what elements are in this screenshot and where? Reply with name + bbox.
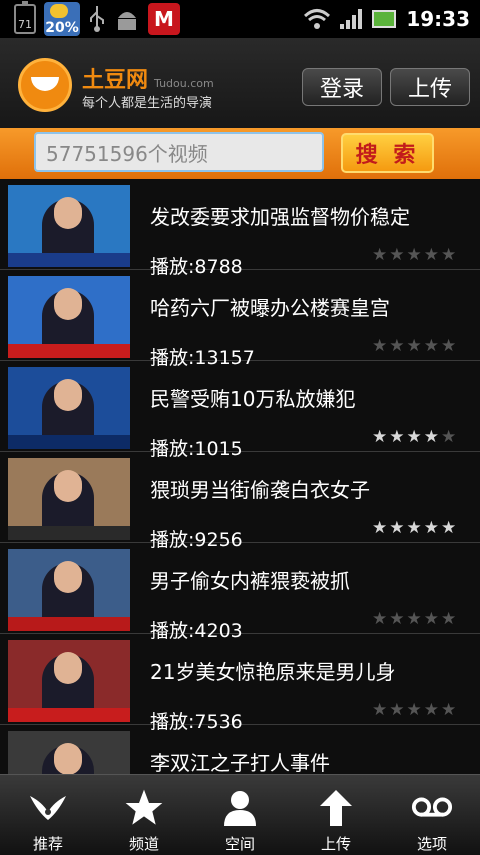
- star-icon: ★: [441, 245, 457, 265]
- slogan: 每个人都是生活的导演: [82, 96, 213, 111]
- mcafee-icon: M: [148, 3, 180, 35]
- android-debug-icon: [114, 6, 140, 32]
- rating-stars: ★ ★ ★ ★ ★: [372, 702, 456, 719]
- news-anchor-thumbnail[interactable]: [8, 367, 130, 449]
- star-icon: ★: [406, 609, 422, 629]
- nav-label-upload: 上传: [320, 835, 351, 853]
- star-icon: ★: [406, 518, 422, 538]
- news-screen-thumbnail[interactable]: [8, 276, 130, 358]
- signal-icon: [340, 9, 363, 29]
- star-icon: ★: [389, 427, 405, 447]
- wifi-icon: [304, 8, 331, 30]
- search-bar: 搜 索: [0, 128, 480, 179]
- star-icon: ★: [372, 427, 388, 447]
- video-title: 李双江之子打人事件: [150, 751, 330, 774]
- news-anchor-thumbnail[interactable]: [8, 640, 130, 722]
- video-list-item[interactable]: 发改委要求加强监督物价稳定 播放:8788 ★ ★ ★ ★ ★: [0, 179, 480, 278]
- star-icon: ★: [372, 245, 388, 265]
- star-icon: ★: [372, 609, 388, 629]
- user-space-icon: [219, 787, 261, 829]
- weather-icon: 20%: [44, 2, 80, 36]
- video-title: 哈药六厂被曝办公楼赛皇宫: [150, 296, 390, 320]
- rating-stars: ★ ★ ★ ★ ★: [372, 520, 456, 537]
- nav-recommend[interactable]: 推荐: [0, 775, 96, 855]
- star-icon: ★: [423, 336, 439, 356]
- video-title: 男子偷女内裤猥亵被抓: [150, 569, 350, 593]
- video-title: 21岁美女惊艳原来是男儿身: [150, 660, 396, 684]
- video-list-item[interactable]: 民警受贿10万私放嫌犯 播放:1015 ★ ★ ★ ★ ★: [0, 361, 480, 460]
- news-thumbnail[interactable]: [8, 731, 130, 774]
- news-anchor-thumbnail[interactable]: [8, 185, 130, 267]
- options-icon: [411, 787, 453, 829]
- star-icon: ★: [406, 336, 422, 356]
- nav-label-options: 选项: [416, 835, 447, 853]
- upload-button[interactable]: 上传: [390, 68, 470, 106]
- search-button[interactable]: 搜 索: [341, 133, 434, 173]
- video-title: 猥琐男当街偷袭白衣女子: [150, 478, 370, 502]
- star-icon: ★: [423, 700, 439, 720]
- video-list-item[interactable]: 男子偷女内裤猥亵被抓 播放:4203 ★ ★ ★ ★ ★: [0, 543, 480, 642]
- video-title: 民警受贿10万私放嫌犯: [150, 387, 356, 411]
- star-icon: ★: [389, 336, 405, 356]
- channel-star-icon: [123, 787, 165, 829]
- star-icon: ★: [406, 245, 422, 265]
- charging-battery-icon: [372, 10, 397, 28]
- search-input[interactable]: [34, 132, 324, 172]
- star-icon: ★: [441, 336, 457, 356]
- upload-arrow-icon: [315, 787, 357, 829]
- nav-label-channel: 频道: [128, 835, 159, 853]
- status-time: 19:33: [406, 7, 470, 31]
- star-icon: ★: [441, 427, 457, 447]
- star-icon: ★: [389, 245, 405, 265]
- star-icon: ★: [423, 245, 439, 265]
- video-list-item[interactable]: 21岁美女惊艳原来是男儿身 播放:7536 ★ ★ ★ ★ ★: [0, 634, 480, 733]
- star-icon: ★: [372, 518, 388, 538]
- star-icon: ★: [441, 518, 457, 538]
- brand-name: 土豆网 Tudou.com: [82, 68, 214, 93]
- app-header: 土豆网 Tudou.com 每个人都是生活的导演 登录 上传: [0, 38, 480, 128]
- star-icon: ★: [389, 609, 405, 629]
- usb-icon: [88, 6, 106, 32]
- tudou-logo-icon: [18, 58, 72, 112]
- rating-stars: ★ ★ ★ ★ ★: [372, 611, 456, 628]
- star-icon: ★: [406, 700, 422, 720]
- rating-stars: ★ ★ ★ ★ ★: [372, 247, 456, 264]
- star-icon: ★: [441, 609, 457, 629]
- video-title: 发改委要求加强监督物价稳定: [150, 205, 410, 229]
- nav-space[interactable]: 空间: [192, 775, 288, 855]
- brand-domain: Tudou.com: [154, 77, 214, 90]
- news-anchor-thumbnail[interactable]: [8, 549, 130, 631]
- street-scene-thumbnail[interactable]: [8, 458, 130, 540]
- star-icon: ★: [423, 427, 439, 447]
- nav-options[interactable]: 选项: [384, 775, 480, 855]
- nav-label-recommend: 推荐: [32, 835, 63, 853]
- recommend-icon: [27, 787, 69, 829]
- star-icon: ★: [389, 518, 405, 538]
- nav-upload[interactable]: 上传: [288, 775, 384, 855]
- star-icon: ★: [406, 427, 422, 447]
- star-icon: ★: [372, 336, 388, 356]
- status-bar: 71 20% M 19:33: [0, 0, 480, 38]
- video-list[interactable]: 发改委要求加强监督物价稳定 播放:8788 ★ ★ ★ ★ ★ 哈药六厂被曝办公楼赛皇宫 播放:…: [0, 179, 480, 774]
- video-list-item[interactable]: 哈药六厂被曝办公楼赛皇宫 播放:13157 ★ ★ ★ ★ ★: [0, 270, 480, 369]
- star-icon: ★: [389, 700, 405, 720]
- video-list-item[interactable]: 李双江之子打人事件: [0, 725, 480, 774]
- rating-stars: ★ ★ ★ ★ ★: [372, 338, 456, 355]
- nav-channel[interactable]: 频道: [96, 775, 192, 855]
- star-icon: ★: [423, 609, 439, 629]
- star-icon: ★: [372, 700, 388, 720]
- bottom-nav: 推荐 频道 空间 上传 选项: [0, 774, 480, 855]
- login-button[interactable]: 登录: [302, 68, 382, 106]
- star-icon: ★: [423, 518, 439, 538]
- nav-label-space: 空间: [224, 835, 255, 853]
- star-icon: ★: [441, 700, 457, 720]
- video-list-item[interactable]: 猥琐男当街偷袭白衣女子 播放:9256 ★ ★ ★ ★ ★: [0, 452, 480, 551]
- rating-stars: ★ ★ ★ ★ ★: [372, 429, 456, 446]
- battery-icon: 71: [14, 1, 36, 34]
